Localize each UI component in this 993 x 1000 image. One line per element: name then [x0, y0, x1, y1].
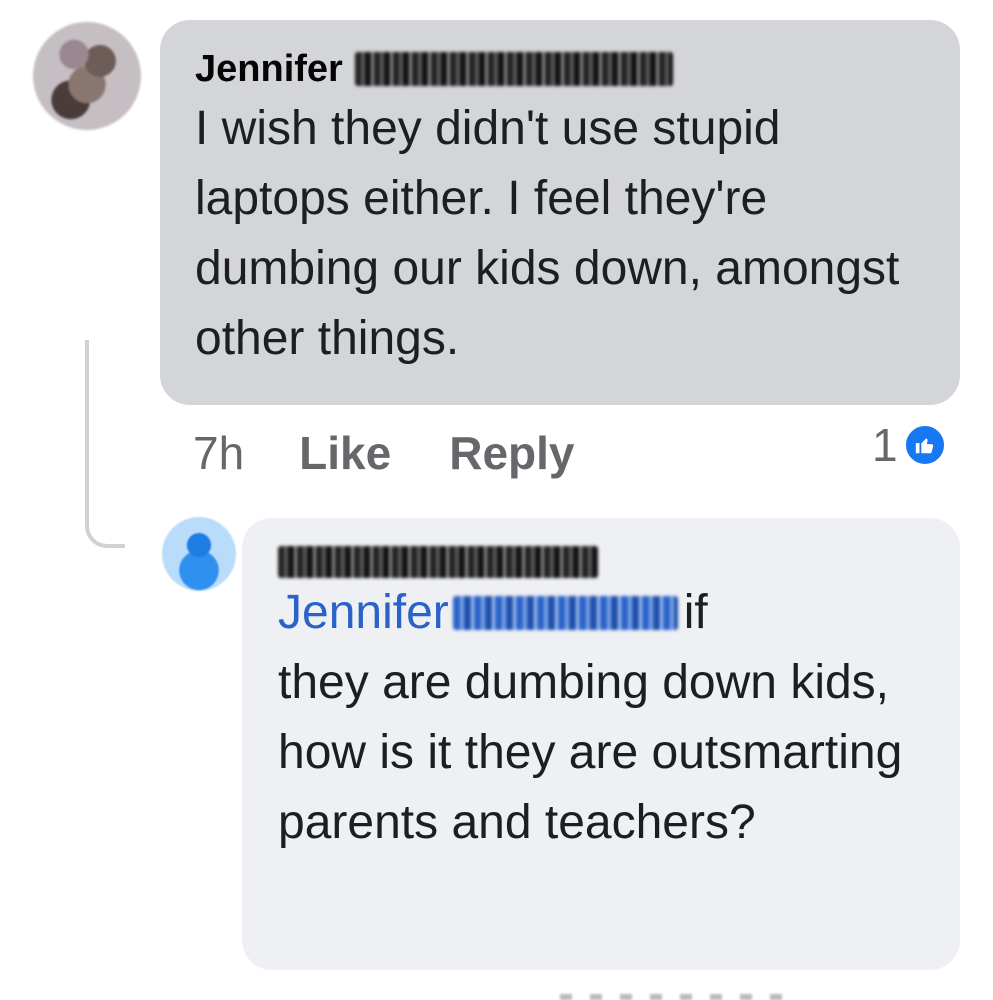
- reply-bubble: Jennifer if they are dumbing down kids, h…: [242, 518, 960, 970]
- reply-first-line: Jennifer if: [278, 578, 930, 648]
- comment-author[interactable]: Jennifer: [195, 44, 930, 94]
- reply-button[interactable]: Reply: [449, 420, 574, 486]
- comment-actions: 7h Like Reply: [193, 420, 574, 486]
- like-button[interactable]: Like: [299, 420, 391, 486]
- comment-timestamp[interactable]: 7h: [193, 420, 244, 486]
- redacted-surname: [354, 52, 673, 86]
- cropped-next-comment: [560, 994, 800, 1000]
- reaction-summary[interactable]: 1: [872, 418, 946, 472]
- mention-link[interactable]: Jennifer: [278, 586, 684, 639]
- redacted-reply-author-name: [278, 546, 598, 578]
- mention-first-name[interactable]: Jennifer: [278, 586, 449, 639]
- thread-connector-line: [85, 340, 125, 548]
- comment-text: I wish they didn't use stupid laptops ei…: [195, 102, 900, 365]
- thumbs-up-icon: [903, 424, 946, 466]
- reply-text-after-mention: if: [683, 586, 708, 639]
- commenter-avatar[interactable]: [33, 22, 141, 130]
- comment-bubble: Jennifer I wish they didn't use stupid l…: [160, 20, 960, 405]
- reply-author[interactable]: [278, 546, 930, 578]
- comment-author-first-name[interactable]: Jennifer: [195, 44, 343, 94]
- reply-text: they are dumbing down kids, how is it th…: [278, 656, 903, 849]
- redacted-mention-surname: [452, 596, 678, 630]
- reaction-count: 1: [872, 419, 898, 471]
- replier-avatar[interactable]: [162, 517, 236, 591]
